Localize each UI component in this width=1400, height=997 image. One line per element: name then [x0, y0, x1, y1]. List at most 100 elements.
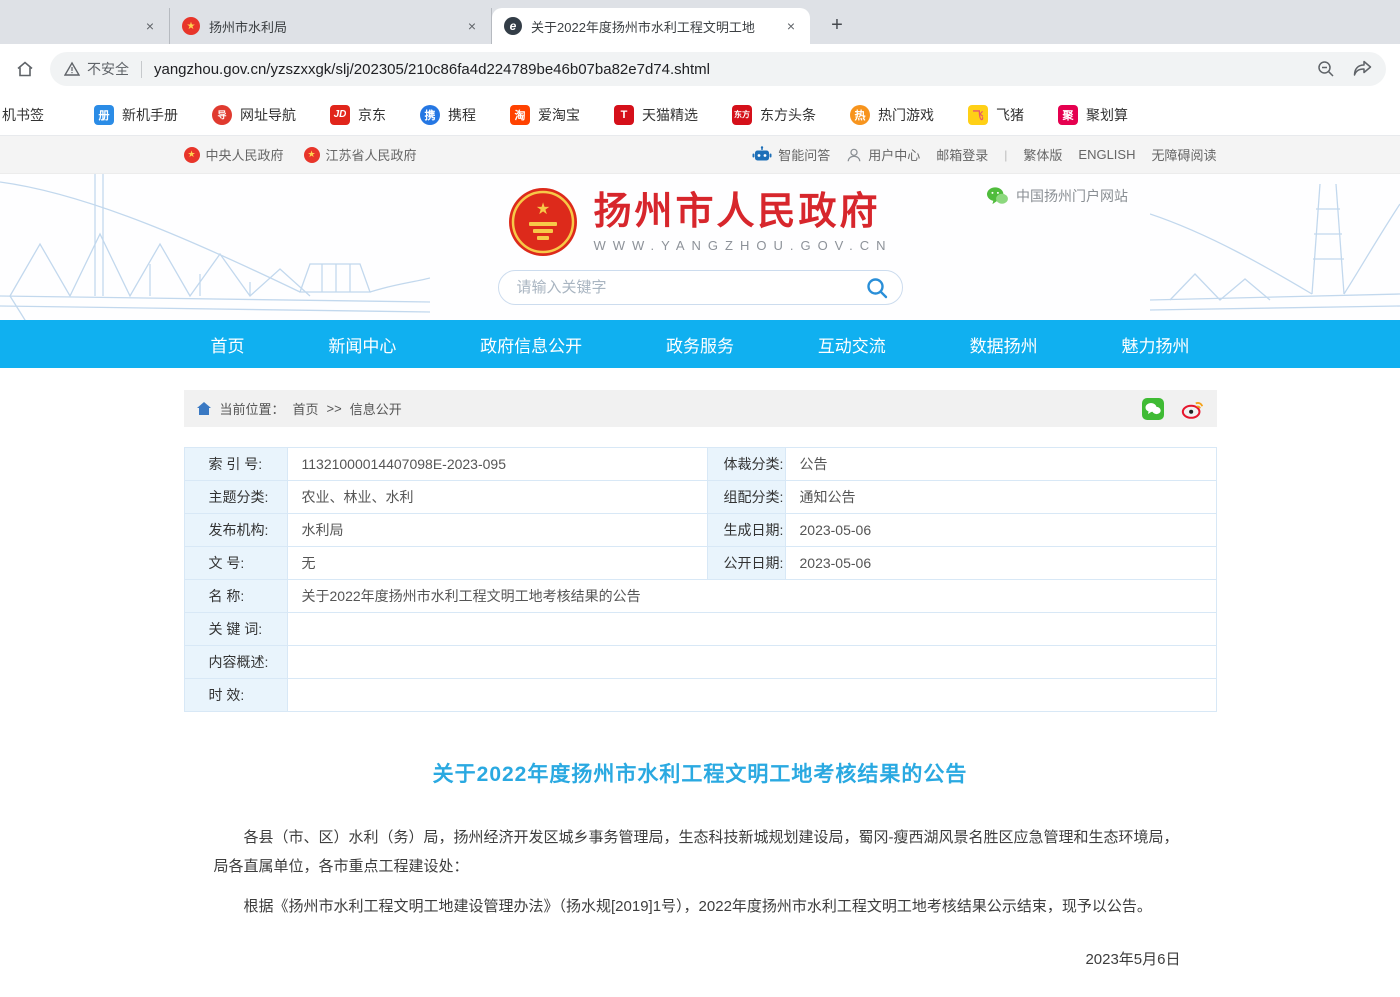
meta-label: 发布机构:	[184, 514, 287, 547]
portal-site-link[interactable]: 中国扬州门户网站	[986, 186, 1128, 206]
link-accessibility[interactable]: 无障碍阅读	[1151, 145, 1216, 164]
bookmark-juhuasuan[interactable]: 聚 聚划算	[1058, 105, 1128, 125]
table-row: 关 键 词:	[184, 613, 1216, 646]
breadcrumb-bar: 当前位置： 首页 >> 信息公开	[184, 390, 1217, 427]
breadcrumb: 当前位置： 首页 >> 信息公开	[196, 399, 1141, 418]
bookmark-new-phone-manual[interactable]: 册 新机手册	[94, 105, 178, 125]
weibo-share-icon[interactable]	[1181, 397, 1205, 421]
omnibox-divider	[141, 61, 142, 78]
link-user-center[interactable]: 用户中心	[846, 145, 920, 164]
bookmark-fliggy[interactable]: 飞 飞猪	[968, 105, 1024, 125]
table-row: 内容概述:	[184, 646, 1216, 679]
link-smart-qa[interactable]: 智能问答	[752, 145, 830, 164]
meta-label: 内容概述:	[184, 646, 287, 679]
browser-window: × ★ 扬州市水利局 × e 关于2022年度扬州市水利工程文明工地 × + 不…	[0, 0, 1400, 997]
nav-gov-services[interactable]: 政务服务	[666, 332, 734, 357]
meta-value	[287, 646, 1216, 679]
nav-charming-yangzhou[interactable]: 魅力扬州	[1121, 332, 1189, 357]
meta-label: 文 号:	[184, 547, 287, 580]
user-icon	[846, 147, 862, 163]
link-central-government[interactable]: ★ 中央人民政府	[184, 145, 284, 164]
meta-label: 关 键 词:	[184, 613, 287, 646]
tab-shuiliju[interactable]: ★ 扬州市水利局 ×	[170, 8, 492, 44]
meta-value: 水利局	[287, 514, 707, 547]
search-input[interactable]	[517, 279, 862, 296]
zoom-out-icon[interactable]	[1316, 59, 1336, 79]
tmall-icon: T	[614, 105, 634, 125]
juhuasuan-icon: 聚	[1058, 105, 1078, 125]
article-date: 2023年5月6日	[220, 948, 1181, 969]
bookmark-phone-bookmarks[interactable]: 机书签	[2, 105, 44, 125]
tab-bar: × ★ 扬州市水利局 × e 关于2022年度扬州市水利工程文明工地 × +	[0, 0, 1400, 44]
site-header-banner: 中国扬州门户网站 ★ 扬州市人民政府 WWW.YANGZHOU.GOV.CN	[0, 174, 1400, 320]
browser-toolbar: 不安全 yangzhou.gov.cn/yzszxxgk/slj/202305/…	[0, 44, 1400, 94]
meta-label: 体裁分类:	[707, 448, 785, 481]
nav-data-yangzhou[interactable]: 数据扬州	[970, 332, 1038, 357]
meta-value: 11321000014407098E-2023-095	[287, 448, 707, 481]
breadcrumb-home-link[interactable]: 首页	[293, 399, 319, 418]
security-label[interactable]: 不安全	[87, 59, 129, 79]
bookmark-ctrip[interactable]: 携 携程	[420, 105, 476, 125]
article-paragraph: 根据《扬州市水利工程文明工地建设管理办法》（扬水规[2019]1号），2022年…	[214, 893, 1187, 922]
link-traditional-chinese[interactable]: 繁体版	[1023, 145, 1062, 164]
bookmark-jd[interactable]: JD 京东	[330, 105, 386, 125]
article-title: 关于2022年度扬州市水利工程文明工地考核结果的公告	[184, 758, 1217, 788]
tab-close-icon[interactable]: ×	[782, 17, 800, 35]
browser-logo-favicon-icon: e	[504, 17, 522, 35]
nav-interaction[interactable]: 互动交流	[818, 332, 886, 357]
table-row: 发布机构: 水利局 生成日期: 2023-05-06	[184, 514, 1216, 547]
site-logo[interactable]: ★ 扬州市人民政府 WWW.YANGZHOU.GOV.CN	[420, 186, 980, 258]
search-icon	[865, 276, 889, 300]
tab-close-icon[interactable]: ×	[463, 17, 481, 35]
meta-value: 公告	[785, 448, 1216, 481]
home-icon[interactable]	[10, 54, 40, 84]
meta-label: 组配分类:	[707, 481, 785, 514]
meta-label: 时 效:	[184, 679, 287, 712]
bookmark-east-headlines[interactable]: 东方 东方头条	[732, 105, 816, 125]
bookmark-aitaobao[interactable]: 淘 爱淘宝	[510, 105, 580, 125]
ctrip-icon: 携	[420, 105, 440, 125]
bookmark-tmall[interactable]: T 天猫精选	[614, 105, 698, 125]
tab-partial[interactable]: ×	[0, 8, 170, 44]
meta-label: 名 称:	[184, 580, 287, 613]
nav-news-center[interactable]: 新闻中心	[328, 332, 396, 357]
bookmark-hot-games[interactable]: 热 热门游戏	[850, 105, 934, 125]
banner-bridge-art-left	[0, 174, 430, 320]
bookmark-url-navigation[interactable]: 导 网址导航	[212, 105, 296, 125]
national-emblem-icon: ★	[507, 186, 579, 258]
meta-label: 索 引 号:	[184, 448, 287, 481]
tab-active-announcement[interactable]: e 关于2022年度扬州市水利工程文明工地 ×	[492, 8, 810, 44]
east-headlines-icon: 东方	[732, 105, 752, 125]
table-row: 时 效:	[184, 679, 1216, 712]
tab-close-icon[interactable]: ×	[141, 17, 159, 35]
link-jiangsu-government[interactable]: ★ 江苏省人民政府	[304, 145, 417, 164]
link-english[interactable]: ENGLISH	[1078, 147, 1135, 162]
meta-value: 2023-05-06	[785, 514, 1216, 547]
meta-value: 农业、林业、水利	[287, 481, 707, 514]
nav-home[interactable]: 首页	[211, 332, 245, 357]
search-button[interactable]	[862, 273, 892, 303]
url-text[interactable]: yangzhou.gov.cn/yzszxxgk/slj/202305/210c…	[154, 61, 1304, 78]
link-mail-login[interactable]: 邮箱登录	[936, 145, 988, 164]
fliggy-pig-icon: 飞	[968, 105, 988, 125]
gov-emblem-icon: ★	[304, 147, 320, 163]
address-bar[interactable]: 不安全 yangzhou.gov.cn/yzszxxgk/slj/202305/…	[50, 52, 1386, 86]
new-tab-button[interactable]: +	[822, 10, 852, 40]
tab-title: 扬州市水利局	[209, 17, 455, 36]
meta-label: 生成日期:	[707, 514, 785, 547]
site-utility-bar: ★ 中央人民政府 ★ 江苏省人民政府 智能问答 用户中心 邮箱登	[0, 136, 1400, 174]
utility-divider: |	[1004, 148, 1007, 162]
tab-title: 关于2022年度扬州市水利工程文明工地	[531, 17, 774, 36]
meta-value: 2023-05-06	[785, 547, 1216, 580]
meta-value	[287, 613, 1216, 646]
warning-icon	[64, 61, 80, 77]
nav-gov-info-disclosure[interactable]: 政府信息公开	[480, 332, 582, 357]
gov-emblem-favicon-icon: ★	[182, 17, 200, 35]
jd-icon: JD	[330, 105, 350, 125]
breadcrumb-current-link[interactable]: 信息公开	[350, 399, 402, 418]
taobao-icon: 淘	[510, 105, 530, 125]
wechat-icon	[986, 186, 1008, 206]
share-icon[interactable]	[1352, 59, 1372, 79]
table-row: 名 称: 关于2022年度扬州市水利工程文明工地考核结果的公告	[184, 580, 1216, 613]
wechat-share-icon[interactable]	[1141, 397, 1165, 421]
